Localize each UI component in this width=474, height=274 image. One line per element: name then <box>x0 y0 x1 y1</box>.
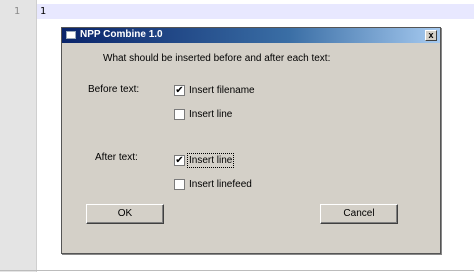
checkbox-label[interactable]: Insert line <box>189 109 232 120</box>
ok-button[interactable]: OK <box>86 204 164 224</box>
combine-dialog: NPP Combine 1.0 x What should be inserte… <box>61 27 441 254</box>
checkbox-label[interactable]: Insert filename <box>189 85 255 96</box>
line-number-gutter <box>0 0 37 272</box>
dialog-title: NPP Combine 1.0 <box>80 29 163 40</box>
checkbox-box[interactable] <box>174 179 185 190</box>
checkbox-box[interactable] <box>174 109 185 120</box>
editor-bottom-border <box>0 270 474 271</box>
checkbox-label[interactable]: Insert linefeed <box>189 179 252 190</box>
checkbox-box[interactable]: ✔ <box>174 85 185 96</box>
cancel-button[interactable]: Cancel <box>320 204 398 224</box>
before-text-label: Before text: <box>88 84 140 95</box>
current-line-highlight <box>37 4 474 19</box>
close-button[interactable]: x <box>425 30 437 41</box>
dialog-titlebar[interactable]: NPP Combine 1.0 x <box>62 28 440 43</box>
line-text[interactable]: 1 <box>40 6 46 17</box>
line-number: 1 <box>14 6 21 17</box>
checkbox-box[interactable]: ✔ <box>174 155 185 166</box>
after-text-label: After text: <box>95 152 138 163</box>
checkbox-label[interactable]: Insert line <box>186 153 235 168</box>
window-icon <box>66 31 76 39</box>
dialog-prompt: What should be inserted before and after… <box>103 53 331 64</box>
